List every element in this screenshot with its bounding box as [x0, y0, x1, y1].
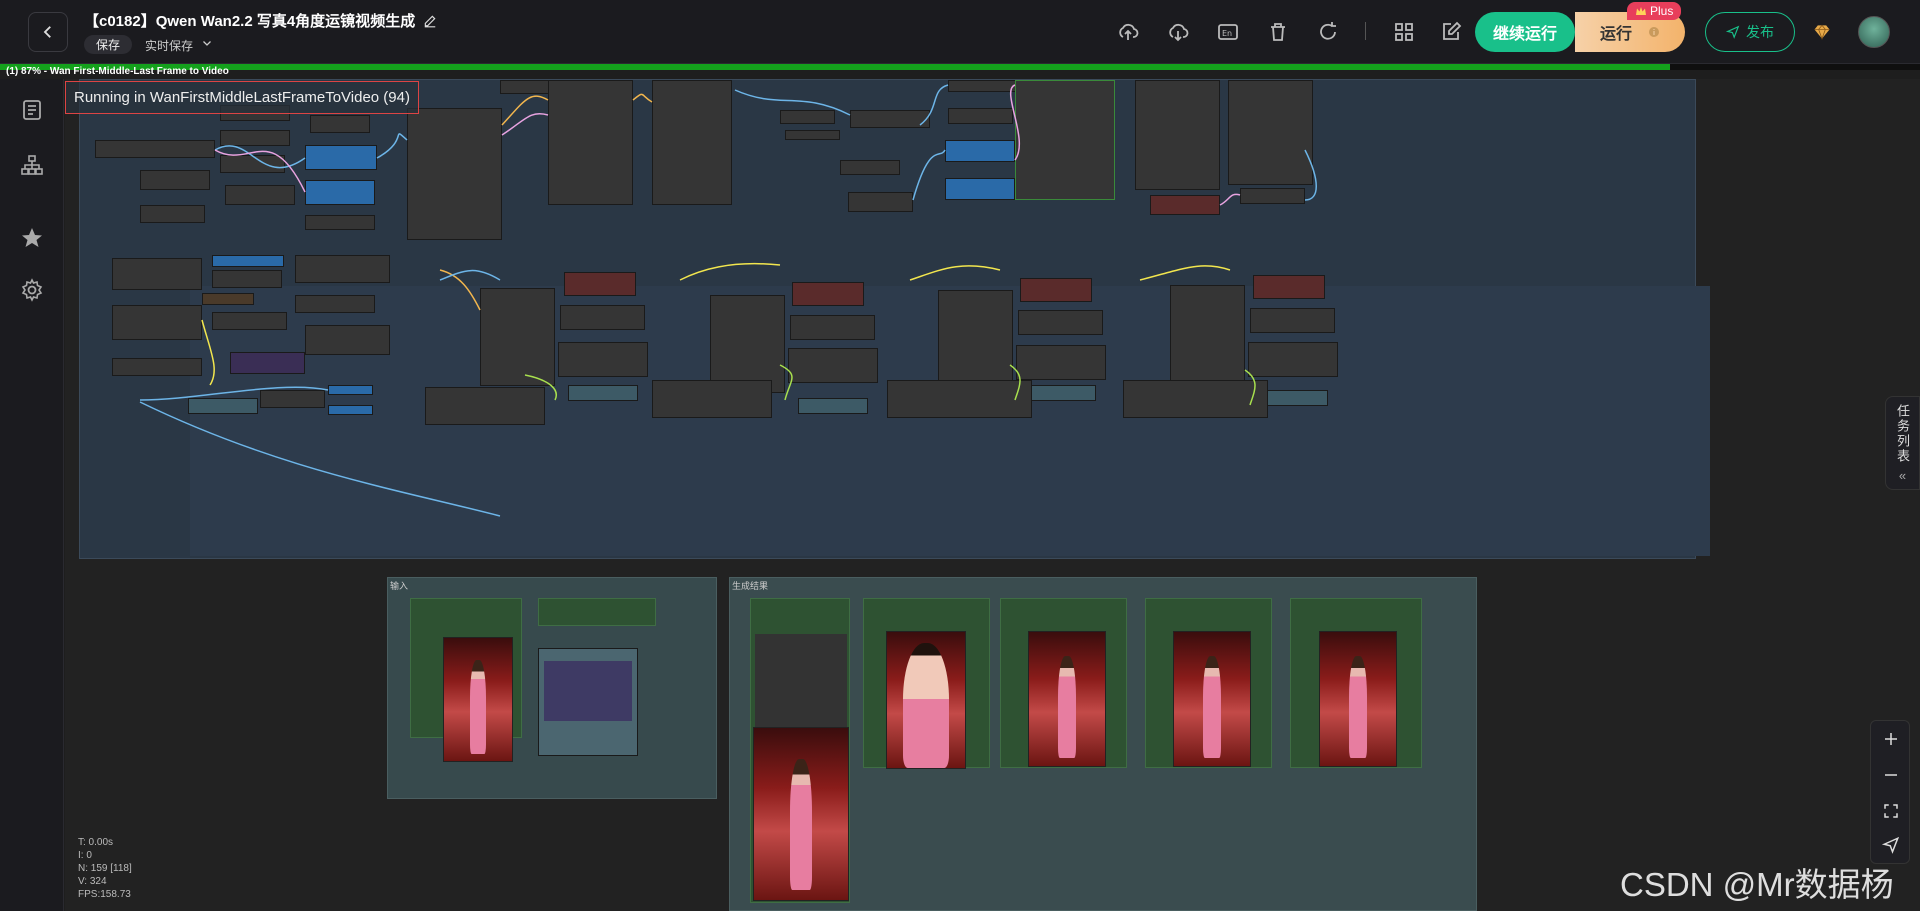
output-image-2[interactable] [1028, 631, 1106, 767]
task-list-tab[interactable]: 任务列表 « [1885, 396, 1920, 490]
input-group[interactable]: 输入 [387, 577, 717, 799]
top-toolbar: 【c0182】Qwen Wan2.2 写真4角度运镜视频生成 保存 实时保存 E… [0, 0, 1920, 64]
chevron-down-icon [203, 41, 211, 46]
workflow-title-text: 【c0182】Qwen Wan2.2 写真4角度运镜视频生成 [84, 13, 416, 30]
output-group-label: 生成结果 [732, 581, 769, 591]
render-stats: T: 0.00s I: 0 N: 159 [118] V: 324 FPS:15… [78, 836, 132, 901]
zoom-in-button[interactable] [1879, 727, 1903, 751]
fit-view-button[interactable] [1879, 799, 1903, 823]
workflow-title: 【c0182】Qwen Wan2.2 写真4角度运镜视频生成 [84, 10, 437, 31]
main-node-group[interactable] [79, 79, 1710, 559]
model-tree-icon[interactable] [20, 153, 44, 177]
node-connections [139, 84, 1317, 517]
stat-v: V: 324 [78, 876, 107, 887]
star-icon[interactable] [20, 226, 44, 250]
grid-icon[interactable] [1392, 20, 1416, 44]
back-button[interactable] [28, 12, 68, 52]
translate-icon[interactable]: En [1216, 20, 1240, 44]
execution-progress-fill [0, 64, 1671, 70]
plus-icon [1885, 733, 1897, 745]
input-group-label: 输入 [390, 581, 409, 591]
chevron-left-icon [43, 26, 51, 38]
upload-icon[interactable] [1116, 20, 1140, 44]
refresh-icon[interactable] [1316, 20, 1340, 44]
running-node-label: Running in WanFirstMiddleLastFrameToVide… [65, 81, 419, 114]
output-image-node-2[interactable] [1000, 598, 1127, 768]
workflow-canvas[interactable]: Running in WanFirstMiddleLastFrameToVide… [65, 79, 1920, 911]
trash-icon[interactable] [1266, 20, 1290, 44]
execution-progress-bar [0, 64, 1920, 70]
fullscreen-icon [1884, 804, 1898, 818]
input-image-preview[interactable] [443, 637, 513, 762]
gear-icon[interactable] [20, 278, 44, 302]
download-icon[interactable] [1166, 20, 1190, 44]
output-video-preview[interactable] [753, 727, 849, 901]
toolbar-divider [1365, 22, 1366, 40]
run-label: 运行 [1599, 26, 1632, 43]
watermark: CSDN @Mr数据杨 [1620, 866, 1894, 903]
stat-time: T: 0.00s [78, 837, 114, 848]
output-image-3[interactable] [1173, 631, 1251, 767]
continue-run-button[interactable]: 继续运行 [1475, 12, 1575, 52]
output-image-node-4[interactable] [1290, 598, 1422, 768]
autosave-label: 实时保存 [145, 39, 194, 53]
vip-diamond-icon[interactable] [1812, 22, 1832, 42]
document-icon[interactable] [20, 98, 44, 122]
plus-badge: Plus [1627, 2, 1682, 20]
publish-button[interactable]: 发布 [1705, 12, 1795, 52]
workflow-node[interactable] [538, 598, 656, 626]
double-chevron-left-icon: « [1898, 467, 1907, 483]
plus-label: Plus [1650, 4, 1674, 18]
crown-icon [1636, 7, 1646, 15]
send-icon [1726, 25, 1740, 39]
stat-i: I: 0 [78, 850, 92, 861]
task-list-label: 任务列表 [1895, 403, 1910, 464]
video-output-node[interactable] [750, 598, 850, 903]
output-image-node-3[interactable] [1145, 598, 1272, 768]
stat-nodes: N: 159 [118] [78, 863, 132, 874]
locate-button[interactable] [1879, 833, 1903, 857]
edit-icon[interactable] [423, 14, 437, 28]
zoom-out-button[interactable] [1879, 763, 1903, 787]
output-image-node-1[interactable] [863, 598, 990, 769]
edit-note-icon[interactable] [1439, 20, 1463, 44]
navigation-icon [1882, 836, 1900, 854]
left-sidebar [0, 79, 64, 911]
svg-text:En: En [1222, 29, 1232, 38]
node-widgets [755, 634, 847, 729]
user-avatar[interactable] [1858, 16, 1890, 48]
output-image-1[interactable] [886, 631, 966, 769]
note-node[interactable] [538, 648, 638, 756]
stat-fps: FPS:158.73 [78, 889, 131, 900]
output-image-4[interactable] [1319, 631, 1397, 767]
save-button[interactable]: 保存 [84, 35, 133, 54]
output-group[interactable]: 生成结果 [729, 577, 1477, 911]
info-icon [1649, 27, 1659, 37]
progress-status-text: (1) 87% - Wan First-Middle-Last Frame to… [6, 66, 229, 77]
zoom-controls [1870, 720, 1910, 864]
publish-label: 发布 [1746, 24, 1774, 40]
autosave-dropdown[interactable]: 实时保存 [145, 37, 213, 54]
load-image-node[interactable] [410, 598, 522, 762]
minus-icon [1885, 774, 1897, 776]
